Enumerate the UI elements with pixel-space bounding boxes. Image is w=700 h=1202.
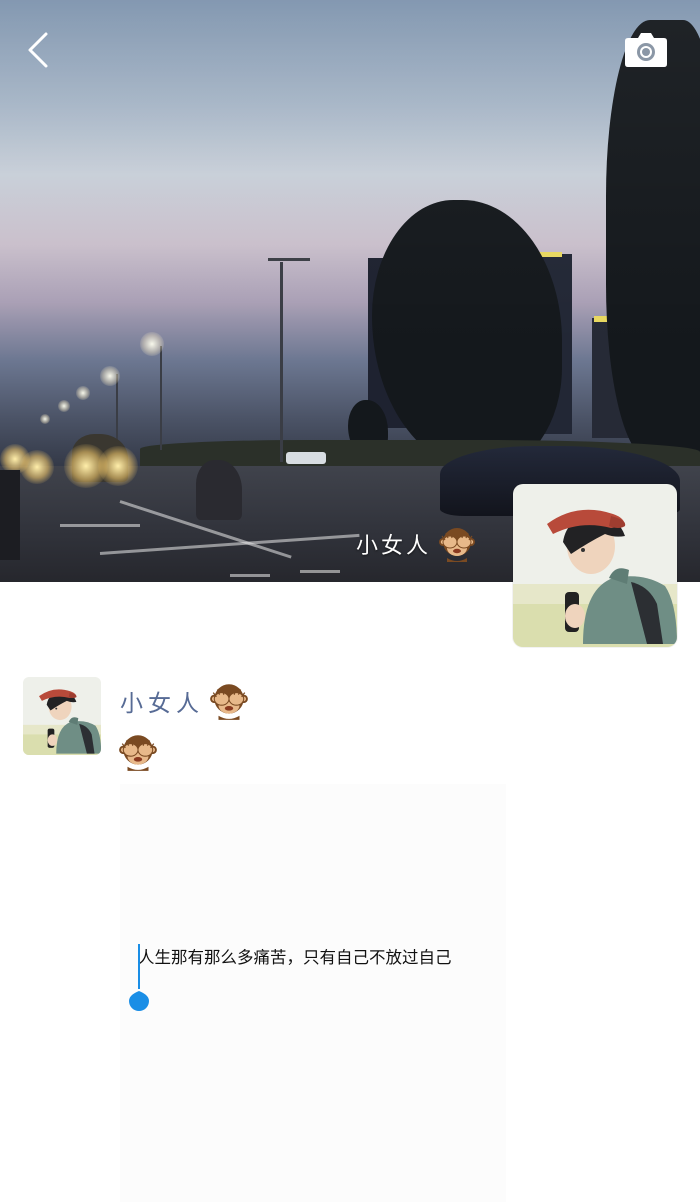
camera-icon [625,33,667,67]
author-name-text: 小女人 [120,691,204,717]
cover-nickname: 小女人 [356,524,477,564]
see-no-evil-monkey-icon [437,524,477,564]
avatar-image [23,677,101,755]
post-author-avatar[interactable] [23,677,101,755]
shared-caption[interactable]: 人生那有那么多痛苦，只有自己不放过自己 [138,944,452,968]
chevron-left-icon [28,32,48,68]
back-button[interactable] [22,30,58,70]
post-text [117,731,161,771]
post-author-name[interactable]: 小女人 [120,680,250,722]
nickname-text: 小女人 [356,534,432,559]
text-selection-cursor [138,944,140,989]
profile-avatar[interactable] [513,484,677,647]
see-no-evil-monkey-icon [117,731,159,773]
see-no-evil-monkey-icon [208,680,250,722]
avatar-image [513,484,677,647]
shared-text-card[interactable]: 人生那有那么多痛苦，只有自己不放过自己 [120,784,506,1202]
moments-screen: 小女人 小女人 人生那有那么多痛苦，只有自己不放过自己 [0,0,700,1202]
camera-button[interactable] [624,32,668,68]
selection-handle-icon[interactable] [128,987,150,1011]
